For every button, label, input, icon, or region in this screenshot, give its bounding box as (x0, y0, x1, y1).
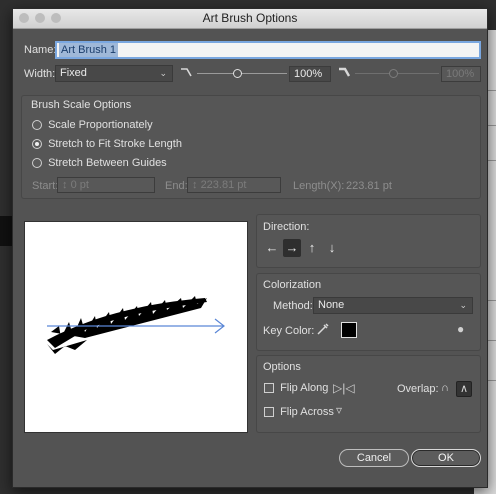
scale-proportionately-radio[interactable] (32, 120, 42, 131)
direction-left-button[interactable]: ← (263, 239, 281, 257)
window-controls (19, 13, 61, 23)
width-value: 100% (294, 68, 323, 80)
flip-along-label: Flip Along (280, 382, 329, 394)
stretch-to-fit-radio[interactable] (32, 139, 42, 150)
overlap-adjust-icon[interactable]: ∩ (437, 381, 453, 397)
eyedropper-icon[interactable] (316, 322, 330, 336)
dialog-title: Art Brush Options (202, 11, 298, 25)
end-field: ↕ 223.81 pt (187, 177, 281, 193)
name-value: Art Brush 1 (59, 43, 119, 57)
brush-preview-graphic (47, 296, 225, 354)
flip-across-icon: ▿ (336, 403, 343, 417)
direction-up-button[interactable]: ↑ (303, 239, 321, 257)
end-value: 223.81 pt (200, 179, 247, 191)
stretch-to-fit-label: Stretch to Fit Stroke Length (48, 138, 182, 150)
stretch-between-guides-radio[interactable] (32, 158, 42, 169)
flip-across-option[interactable]: Flip Across (264, 406, 334, 418)
direction-buttons: ← → ↑ ↓ (263, 239, 341, 257)
dialog-titlebar: Art Brush Options (13, 9, 487, 29)
brush-scale-title: Brush Scale Options (31, 99, 132, 111)
background-stroke-fragment (0, 216, 12, 246)
stretch-to-fit-option[interactable]: Stretch to Fit Stroke Length (32, 138, 182, 150)
key-color-label: Key Color: (263, 325, 315, 337)
art-brush-options-dialog: Art Brush Options Name: Art Brush 1 Widt… (12, 8, 488, 488)
flip-along-checkbox[interactable] (264, 383, 274, 394)
overlap-label: Overlap: (397, 383, 439, 395)
brush-preview (24, 221, 248, 433)
close-window-button[interactable] (19, 13, 29, 23)
colorization-title: Colorization (263, 279, 322, 291)
thin-stroke-icon (179, 66, 193, 80)
width-option: Fixed (60, 67, 87, 79)
flip-across-label: Flip Across (280, 406, 334, 418)
end-label: End: (165, 180, 188, 192)
width-slider-knob[interactable] (233, 69, 242, 78)
zoom-window-button[interactable] (51, 13, 61, 23)
thick-stroke-icon (337, 66, 351, 80)
key-color-swatch[interactable] (341, 322, 357, 338)
chevron-down-icon: ⌄ (459, 300, 467, 310)
stretch-between-guides-option[interactable]: Stretch Between Guides (32, 157, 167, 169)
stretch-between-guides-label: Stretch Between Guides (48, 157, 167, 169)
chevron-down-icon: ⌄ (159, 68, 167, 78)
scale-proportionately-label: Scale Proportionately (48, 119, 153, 131)
method-value: None (318, 299, 345, 311)
length-label: Length(X): (293, 180, 345, 192)
minimize-window-button[interactable] (35, 13, 45, 23)
flip-across-checkbox[interactable] (264, 407, 274, 418)
overlap-default-icon[interactable]: ∧ (456, 381, 472, 397)
method-select[interactable]: None ⌄ (313, 297, 473, 314)
width-value-field[interactable]: 100% (289, 66, 331, 82)
flip-along-option[interactable]: Flip Along (264, 382, 328, 394)
direction-title: Direction: (263, 221, 310, 233)
width-variation-field: 100% (441, 66, 481, 82)
direction-right-button[interactable]: → (283, 239, 301, 257)
width-variation-value: 100% (446, 68, 475, 80)
stepper-icon: ↕ (62, 179, 68, 191)
name-field[interactable]: Art Brush 1 (55, 41, 481, 59)
flip-along-icon: ▷|◁ (333, 381, 355, 395)
start-value: 0 pt (70, 179, 89, 191)
length-value: 223.81 pt (346, 180, 392, 192)
scale-proportionately-option[interactable]: Scale Proportionately (32, 119, 153, 131)
lightbulb-icon[interactable]: ● (457, 322, 464, 336)
stepper-icon: ↕ (192, 179, 198, 191)
width-slider-track[interactable] (197, 73, 287, 74)
name-label: Name: (24, 44, 57, 56)
start-field: ↕ 0 pt (57, 177, 155, 193)
ok-button[interactable]: OK (411, 449, 481, 467)
method-label: Method: (273, 300, 313, 312)
cancel-button[interactable]: Cancel (339, 449, 409, 467)
width-label: Width: (24, 68, 56, 80)
start-label: Start: (32, 180, 59, 192)
options-title: Options (263, 361, 301, 373)
width-select[interactable]: Fixed ⌄ (55, 65, 173, 82)
direction-down-button[interactable]: ↓ (323, 239, 341, 257)
width-variation-slider-knob (389, 69, 398, 78)
